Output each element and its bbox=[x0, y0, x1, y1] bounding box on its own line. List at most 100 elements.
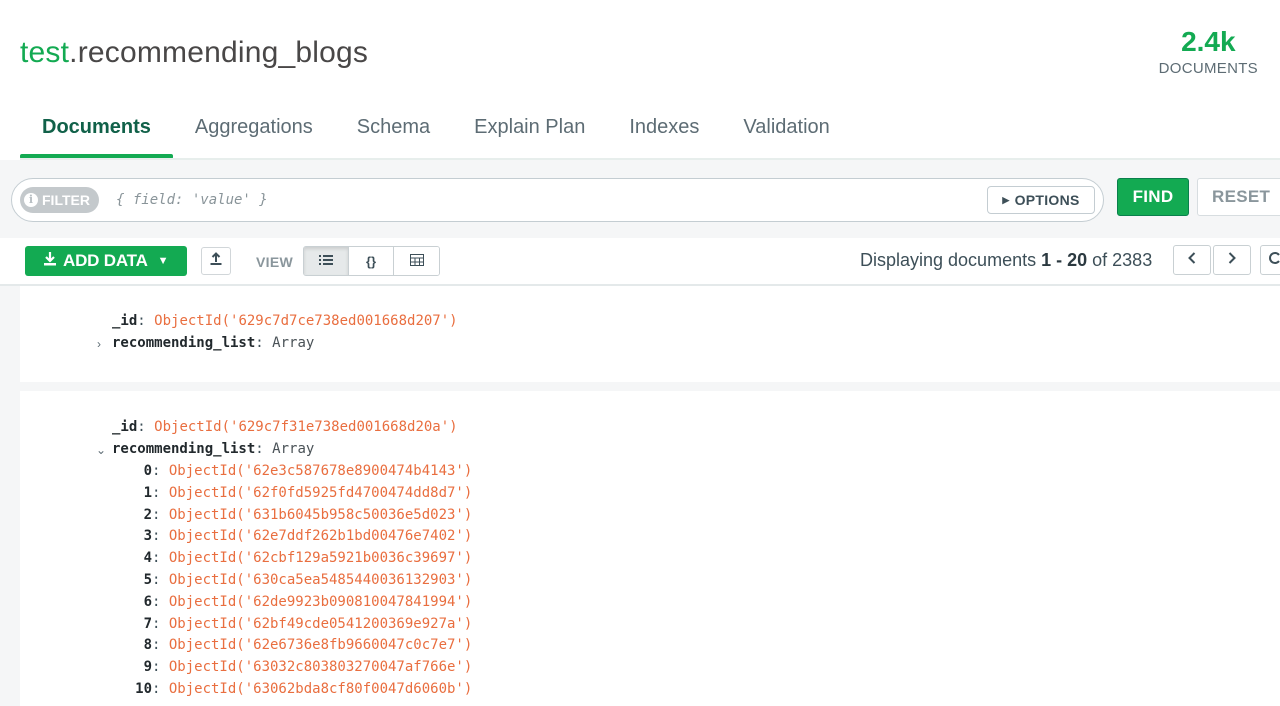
download-icon bbox=[42, 251, 58, 272]
document-field-id: _id: ObjectId('629c7d7ce738ed001668d207'… bbox=[112, 313, 458, 329]
find-button[interactable]: FIND bbox=[1117, 178, 1189, 216]
field-value: ObjectId('629c7f31e738ed001668d20a') bbox=[154, 419, 458, 435]
array-value: ObjectId('631b6045b958c50036e5d023') bbox=[168, 506, 473, 523]
array-value: ObjectId('62e6736e8fb9660047c0c7e7') bbox=[168, 637, 473, 654]
array-index: 10 bbox=[135, 681, 152, 697]
table-icon bbox=[409, 253, 424, 269]
filter-badge[interactable]: i FILTER bbox=[20, 187, 99, 213]
document-card[interactable]: _id: ObjectId('629c7f31e738ed001668d20a'… bbox=[20, 391, 1280, 706]
array-value: ObjectId('62e3c587678e8900474b4143') bbox=[168, 463, 473, 479]
array-item: 0: ObjectId('62e3c587678e8900474b4143') bbox=[134, 462, 473, 480]
tab-validation[interactable]: Validation bbox=[721, 104, 851, 160]
options-label: OPTIONS bbox=[1014, 192, 1080, 208]
chevron-left-icon bbox=[1187, 251, 1197, 270]
paging-total: 2383 bbox=[1112, 250, 1153, 270]
chevron-right-icon[interactable]: › bbox=[97, 335, 101, 353]
array-value: ObjectId('62f0fd5925fd4700474dd8d7') bbox=[168, 484, 473, 501]
options-button[interactable]: ▶ OPTIONS bbox=[987, 186, 1095, 214]
array-index: 0 bbox=[143, 463, 152, 479]
array-index: 8 bbox=[143, 637, 152, 654]
add-data-label: ADD DATA bbox=[63, 251, 148, 270]
filter-box: i FILTER ▶ OPTIONS bbox=[11, 178, 1104, 222]
tab-aggregations[interactable]: Aggregations bbox=[173, 104, 335, 160]
array-value: ObjectId('62cbf129a5921b0036c39697') bbox=[168, 550, 473, 567]
view-table-button[interactable] bbox=[394, 247, 439, 275]
documents-toolbar: ADD DATA ▼ VIEW {} Displaying documents … bbox=[0, 238, 1280, 286]
document-field-recommending-list[interactable]: recommending_list: Array bbox=[112, 334, 314, 352]
refresh-button[interactable] bbox=[1260, 245, 1280, 275]
array-item: 4: ObjectId('62cbf129a5921b0036c39697') bbox=[134, 549, 473, 567]
array-item: 10: ObjectId('63062bda8cf80f0047d6060b') bbox=[124, 680, 472, 698]
document-count-value: 2.4k bbox=[1181, 26, 1236, 57]
field-key: _id bbox=[112, 313, 138, 329]
array-item: 8: ObjectId('62e6736e8fb9660047c0c7e7') bbox=[134, 636, 473, 654]
array-value: ObjectId('63062bda8cf80f0047d6060b') bbox=[168, 681, 473, 697]
previous-page-button[interactable] bbox=[1173, 245, 1211, 275]
view-list-button[interactable] bbox=[304, 247, 349, 275]
filter-input[interactable] bbox=[116, 189, 976, 211]
reset-button[interactable]: RESET bbox=[1197, 178, 1280, 216]
info-icon: i bbox=[24, 193, 38, 207]
collection-header: test.recommending_blogs 2.4k DOCUMENTS bbox=[0, 0, 1280, 100]
filter-label: FILTER bbox=[42, 192, 90, 208]
array-item: 5: ObjectId('630ca5ea5485440036132903') bbox=[134, 571, 473, 589]
next-page-button[interactable] bbox=[1213, 245, 1251, 275]
chevron-right-icon bbox=[1227, 251, 1237, 270]
braces-icon: {} bbox=[365, 253, 377, 269]
array-index: 6 bbox=[143, 593, 152, 610]
document-field-id: _id: ObjectId('629c7f31e738ed001668d20a'… bbox=[112, 419, 458, 435]
view-mode-group: {} bbox=[303, 246, 440, 276]
upload-icon bbox=[209, 251, 223, 271]
export-button[interactable] bbox=[201, 247, 231, 275]
view-json-button[interactable]: {} bbox=[349, 247, 394, 275]
array-value: ObjectId('62de9923b090810047841994') bbox=[168, 593, 473, 610]
array-item: 6: ObjectId('62de9923b090810047841994') bbox=[134, 593, 473, 611]
paging-summary: Displaying documents 1 - 20 of 2383 bbox=[860, 250, 1152, 271]
array-item: 7: ObjectId('62bf49cde0541200369e927a') bbox=[134, 615, 473, 633]
list-icon bbox=[319, 254, 333, 269]
field-type: Array bbox=[272, 335, 315, 351]
tab-indexes[interactable]: Indexes bbox=[607, 104, 721, 160]
chevron-down-icon[interactable]: ⌄ bbox=[96, 441, 106, 459]
array-item: 3: ObjectId('62e7ddf262b1bd00476e7402') bbox=[134, 527, 473, 545]
field-key: recommending_list bbox=[112, 335, 256, 351]
array-value: ObjectId('62e7ddf262b1bd00476e7402') bbox=[168, 528, 473, 545]
paging-of: of bbox=[1087, 250, 1113, 270]
document-count: 2.4k DOCUMENTS bbox=[1159, 26, 1258, 77]
view-label: VIEW bbox=[256, 254, 293, 270]
add-data-button[interactable]: ADD DATA ▼ bbox=[25, 246, 187, 276]
collection-name: .recommending_blogs bbox=[69, 36, 369, 69]
document-card[interactable]: _id: ObjectId('629c7d7ce738ed001668d207'… bbox=[20, 286, 1280, 382]
document-field-recommending-list[interactable]: recommending_list: Array bbox=[112, 440, 314, 458]
paging-prefix: Displaying documents bbox=[860, 250, 1042, 270]
caret-down-icon: ▼ bbox=[157, 255, 169, 267]
refresh-icon bbox=[1269, 251, 1280, 270]
paging-start: 1 bbox=[1041, 250, 1052, 270]
field-value: ObjectId('629c7d7ce738ed001668d207') bbox=[154, 313, 458, 329]
field-key: _id bbox=[112, 419, 138, 435]
array-item: 9: ObjectId('63032c803803270047af766e') bbox=[134, 658, 473, 676]
array-index: 9 bbox=[143, 659, 152, 676]
array-index: 5 bbox=[143, 572, 152, 588]
field-key: recommending_list bbox=[112, 441, 256, 457]
database-name: test bbox=[20, 36, 70, 69]
array-value: ObjectId('62bf49cde0541200369e927a') bbox=[168, 615, 473, 632]
array-value: ObjectId('630ca5ea5485440036132903') bbox=[168, 572, 473, 588]
array-index: 2 bbox=[143, 506, 152, 523]
array-index: 7 bbox=[143, 615, 152, 632]
tab-schema[interactable]: Schema bbox=[335, 104, 452, 160]
tab-explain-plan[interactable]: Explain Plan bbox=[452, 104, 607, 160]
document-count-label: DOCUMENTS bbox=[1158, 60, 1258, 77]
collection-tabs: Documents Aggregations Schema Explain Pl… bbox=[20, 104, 852, 160]
query-bar: i FILTER ▶ OPTIONS FIND RESET bbox=[0, 160, 1280, 238]
array-value: ObjectId('63032c803803270047af766e') bbox=[168, 659, 473, 676]
namespace-title: test.recommending_blogs bbox=[20, 36, 368, 70]
tab-documents[interactable]: Documents bbox=[20, 104, 173, 160]
array-item: 1: ObjectId('62f0fd5925fd4700474dd8d7') bbox=[134, 484, 473, 502]
paging-end: 20 bbox=[1067, 250, 1088, 270]
array-index: 1 bbox=[143, 484, 152, 501]
paging-separator: - bbox=[1051, 250, 1068, 270]
caret-right-icon: ▶ bbox=[1002, 194, 1010, 205]
array-index: 3 bbox=[143, 528, 152, 545]
documents-list: _id: ObjectId('629c7d7ce738ed001668d207'… bbox=[0, 286, 1280, 706]
